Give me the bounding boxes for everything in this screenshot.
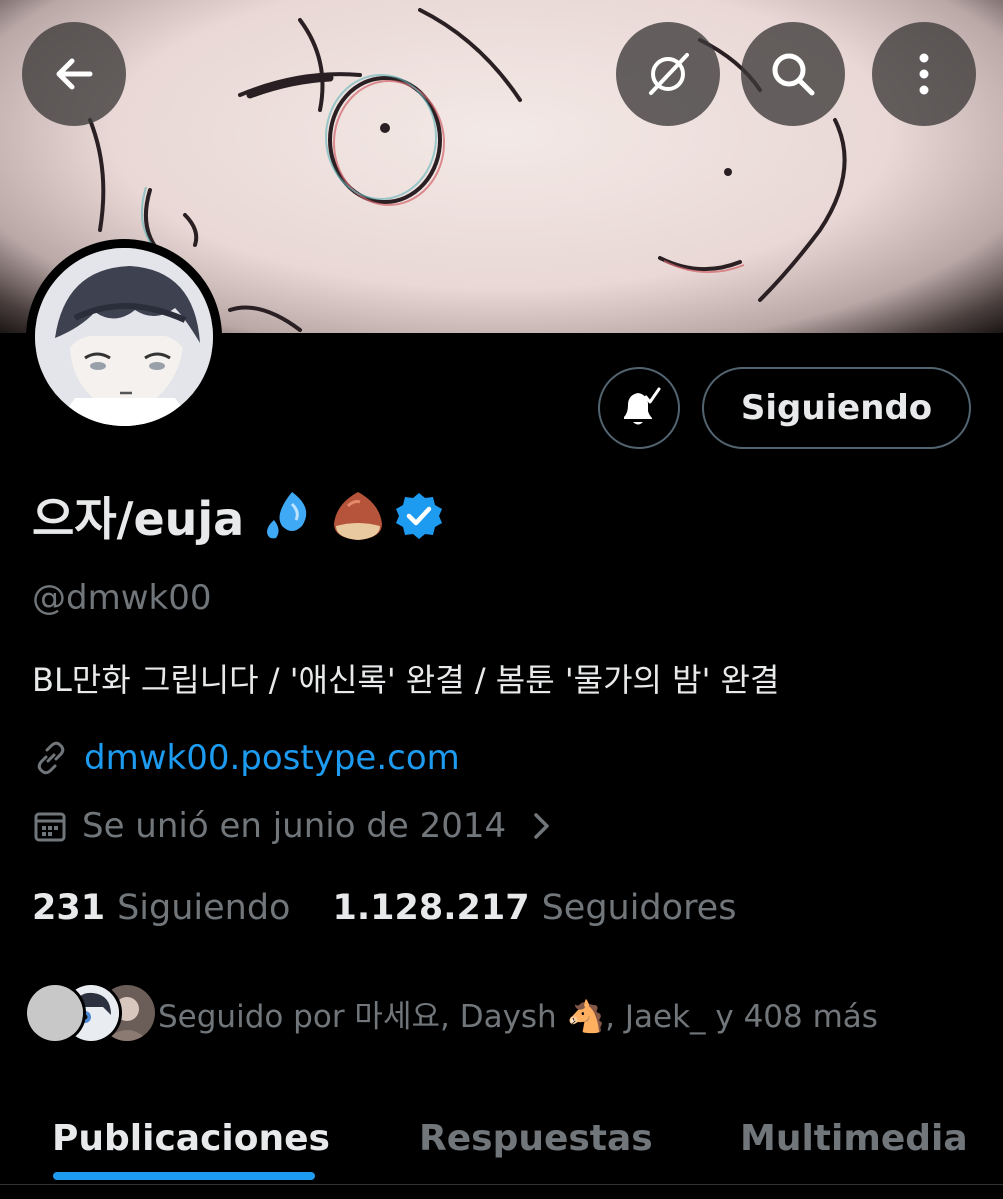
following-label: Siguiendo — [117, 888, 291, 928]
back-button[interactable] — [22, 22, 126, 126]
profile-handle: @dmwk00 — [32, 578, 212, 618]
name-row: 으자/euja — [32, 484, 444, 548]
joined-date-text: Se unió en junio de 2014 — [82, 806, 507, 846]
joined-date-row[interactable]: Se unió en junio de 2014 — [32, 806, 556, 846]
profile-website-link[interactable]: dmwk00.postype.com — [84, 738, 460, 778]
following-button[interactable]: Siguiendo — [702, 367, 971, 449]
followers-count: 1.128.217 — [332, 888, 530, 928]
notifications-button[interactable] — [598, 367, 680, 449]
following-stat[interactable]: 231 Siguiendo — [32, 888, 290, 928]
active-tab-indicator — [53, 1172, 315, 1180]
followed-by-text: Seguido por 마세요, Daysh 🐴, Jaek_ y 408 má… — [158, 998, 878, 1035]
tab-respuestas[interactable]: Respuestas — [419, 1090, 653, 1186]
display-name: 으자/euja — [32, 492, 245, 546]
profile-link-row[interactable]: dmwk00.postype.com — [32, 738, 460, 778]
arrow-left-icon — [56, 58, 93, 90]
chestnut-emoji — [334, 492, 383, 540]
tabs-divider — [0, 1184, 1003, 1185]
search-icon — [772, 53, 815, 96]
followers-label: Seguidores — [541, 888, 737, 928]
followed-by-row[interactable]: Seguido por 마세요, Daysh 🐴, Jaek_ y 408 má… — [24, 980, 878, 1046]
grok-button[interactable] — [616, 22, 720, 126]
grok-icon — [649, 53, 689, 95]
follow-stats: 231 Siguiendo 1.128.217 Seguidores — [32, 888, 736, 928]
more-vertical-icon — [919, 53, 929, 95]
calendar-icon — [34, 812, 66, 842]
followed-by-avatars — [24, 980, 158, 1046]
following-count: 231 — [32, 888, 106, 928]
tab-multimedia[interactable]: Multimedia — [740, 1090, 968, 1186]
profile-bio: BL만화 그립니다 / '애신록' 완결 / 봄툰 '물가의 밤' 완결 — [32, 661, 780, 699]
chevron-right-icon — [534, 813, 549, 839]
followers-stat[interactable]: 1.128.217 Seguidores — [332, 888, 736, 928]
verified-badge-icon[interactable] — [394, 491, 444, 541]
search-button[interactable] — [741, 22, 845, 126]
more-options-button[interactable] — [872, 22, 976, 126]
follower-avatar — [24, 982, 86, 1044]
profile-avatar[interactable] — [26, 239, 222, 435]
sweat-droplets-emoji — [267, 492, 307, 539]
link-icon — [37, 741, 65, 775]
avatar-image — [35, 248, 213, 426]
bell-check-icon — [624, 387, 661, 425]
